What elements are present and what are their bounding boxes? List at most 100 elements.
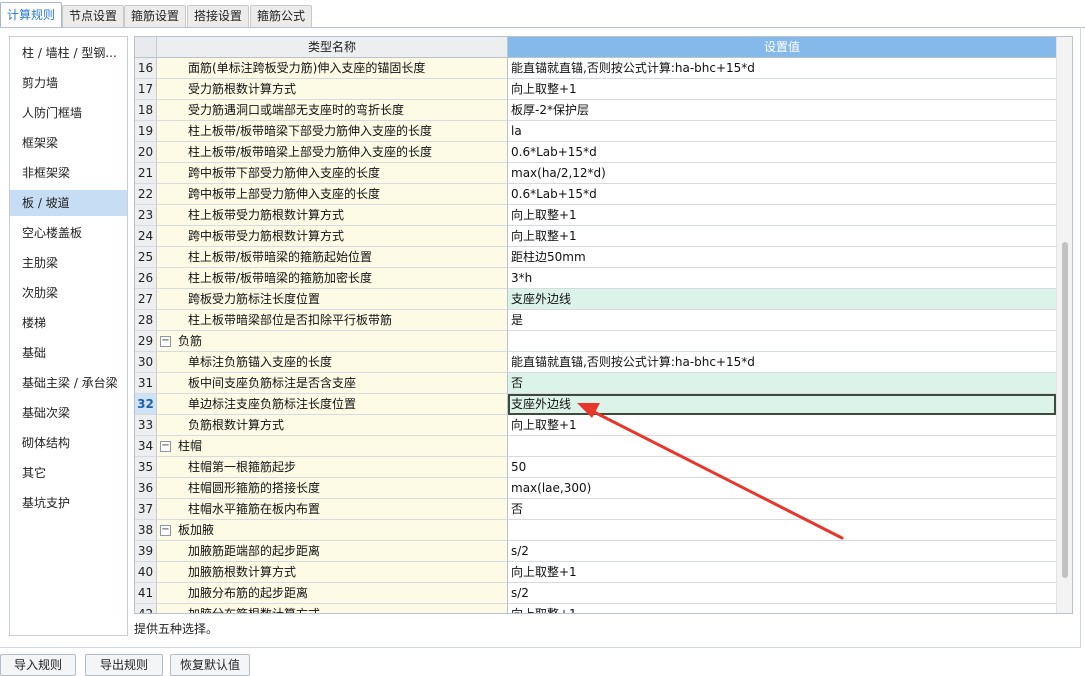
nav-item-3[interactable]: 框架梁	[10, 130, 127, 156]
nav-item-7[interactable]: 主肋梁	[10, 250, 127, 276]
row-number[interactable]: 25	[135, 247, 157, 268]
type-name-cell[interactable]: 柱上板带暗梁部位是否扣除平行板带筋	[157, 310, 508, 331]
row-number[interactable]: 27	[135, 289, 157, 310]
setting-value-cell[interactable]: s/2	[508, 541, 1056, 562]
tab-stirrup-settings[interactable]: 箍筋设置	[124, 5, 187, 27]
collapse-icon[interactable]: −	[160, 336, 171, 347]
table-row[interactable]: 34− 柱帽	[135, 436, 1056, 457]
type-name-cell[interactable]: − 负筋	[157, 331, 508, 352]
setting-value-cell[interactable]: 能直锚就直锚,否则按公式计算:ha-bhc+15*d	[508, 352, 1056, 373]
table-row[interactable]: 37 柱帽水平箍筋在板内布置 否	[135, 499, 1056, 520]
setting-value-cell[interactable]: 向上取整+1	[508, 604, 1056, 613]
type-name-cell[interactable]: 加腋分布筋根数计算方式	[157, 604, 508, 613]
setting-value-cell[interactable]: max(lae,300)	[508, 478, 1056, 499]
table-row[interactable]: 32 单边标注支座负筋标注长度位置 支座外边线	[135, 394, 1056, 415]
setting-value-cell[interactable]	[508, 520, 1056, 541]
setting-value-cell[interactable]: 50	[508, 457, 1056, 478]
table-row[interactable]: 41 加腋分布筋的起步距离 s/2	[135, 583, 1056, 604]
row-number[interactable]: 30	[135, 352, 157, 373]
row-number[interactable]: 23	[135, 205, 157, 226]
type-name-cell[interactable]: 受力筋根数计算方式	[157, 79, 508, 100]
type-name-cell[interactable]: 加腋筋距端部的起步距离	[157, 541, 508, 562]
type-name-cell[interactable]: 受力筋遇洞口或端部无支座时的弯折长度	[157, 100, 508, 121]
row-number[interactable]: 41	[135, 583, 157, 604]
row-number[interactable]: 32	[135, 394, 157, 415]
table-row[interactable]: 20 柱上板带/板带暗梁上部受力筋伸入支座的长度 0.6*Lab+15*d	[135, 142, 1056, 163]
tab-stirrup-formula[interactable]: 箍筋公式	[250, 5, 313, 27]
row-number[interactable]: 24	[135, 226, 157, 247]
row-number[interactable]: 36	[135, 478, 157, 499]
table-row[interactable]: 19 柱上板带/板带暗梁下部受力筋伸入支座的长度 la	[135, 121, 1056, 142]
table-row[interactable]: 31 板中间支座负筋标注是否含支座 否	[135, 373, 1056, 394]
row-number[interactable]: 38	[135, 520, 157, 541]
row-number[interactable]: 28	[135, 310, 157, 331]
setting-value-cell[interactable]: 向上取整+1	[508, 226, 1056, 247]
table-row[interactable]: 23 柱上板带受力筋根数计算方式 向上取整+1	[135, 205, 1056, 226]
table-row[interactable]: 18 受力筋遇洞口或端部无支座时的弯折长度 板厚-2*保护层	[135, 100, 1056, 121]
nav-item-8[interactable]: 次肋梁	[10, 280, 127, 306]
row-number[interactable]: 37	[135, 499, 157, 520]
export-rules-button[interactable]: 导出规则	[85, 654, 163, 676]
type-name-cell[interactable]: 柱上板带受力筋根数计算方式	[157, 205, 508, 226]
table-row[interactable]: 39 加腋筋距端部的起步距离 s/2	[135, 541, 1056, 562]
restore-defaults-button[interactable]: 恢复默认值	[170, 654, 250, 676]
setting-value-cell[interactable]: max(ha/2,12*d)	[508, 163, 1056, 184]
type-name-cell[interactable]: 单边标注支座负筋标注长度位置	[157, 394, 508, 415]
tab-lap-settings[interactable]: 搭接设置	[187, 5, 250, 27]
table-row[interactable]: 29− 负筋	[135, 331, 1056, 352]
row-number[interactable]: 17	[135, 79, 157, 100]
row-number[interactable]: 33	[135, 415, 157, 436]
tab-calc-rules[interactable]: 计算规则	[0, 2, 63, 28]
type-name-cell[interactable]: − 柱帽	[157, 436, 508, 457]
setting-value-cell[interactable]: 支座外边线	[508, 289, 1056, 310]
row-number[interactable]: 31	[135, 373, 157, 394]
type-name-cell[interactable]: 跨中板带受力筋根数计算方式	[157, 226, 508, 247]
nav-item-2[interactable]: 人防门框墙	[10, 100, 127, 126]
table-row[interactable]: 40 加腋筋根数计算方式 向上取整+1	[135, 562, 1056, 583]
setting-value-cell[interactable]: 向上取整+1	[508, 415, 1056, 436]
table-row[interactable]: 16 面筋(单标注跨板受力筋)伸入支座的锚固长度 能直锚就直锚,否则按公式计算:ha…	[135, 58, 1056, 79]
row-number[interactable]: 35	[135, 457, 157, 478]
import-rules-button[interactable]: 导入规则	[0, 654, 76, 676]
type-name-cell[interactable]: − 板加腋	[157, 520, 508, 541]
type-name-cell[interactable]: 柱上板带/板带暗梁下部受力筋伸入支座的长度	[157, 121, 508, 142]
type-name-cell[interactable]: 柱帽第一根箍筋起步	[157, 457, 508, 478]
row-number[interactable]: 18	[135, 100, 157, 121]
table-row[interactable]: 35 柱帽第一根箍筋起步 50	[135, 457, 1056, 478]
nav-item-0[interactable]: 柱 / 墙柱 / 型钢...	[10, 40, 127, 66]
nav-item-12[interactable]: 基础次梁	[10, 400, 127, 426]
nav-item-6[interactable]: 空心楼盖板	[10, 220, 127, 246]
row-number[interactable]: 34	[135, 436, 157, 457]
grid-vertical-scrollbar[interactable]	[1056, 37, 1072, 613]
setting-value-cell[interactable]: 距柱边50mm	[508, 247, 1056, 268]
type-name-cell[interactable]: 柱帽圆形箍筋的搭接长度	[157, 478, 508, 499]
row-number[interactable]: 22	[135, 184, 157, 205]
setting-value-cell[interactable]: 0.6*Lab+15*d	[508, 142, 1056, 163]
nav-item-15[interactable]: 基坑支护	[10, 490, 127, 516]
row-number[interactable]: 39	[135, 541, 157, 562]
setting-value-cell[interactable]: 是	[508, 310, 1056, 331]
setting-value-cell[interactable]: 向上取整+1	[508, 205, 1056, 226]
table-row[interactable]: 42 加腋分布筋根数计算方式 向上取整+1	[135, 604, 1056, 613]
table-row[interactable]: 33 负筋根数计算方式 向上取整+1	[135, 415, 1056, 436]
setting-value-cell[interactable]: 向上取整+1	[508, 79, 1056, 100]
setting-value-cell[interactable]: s/2	[508, 583, 1056, 604]
table-row[interactable]: 38− 板加腋	[135, 520, 1056, 541]
nav-item-11[interactable]: 基础主梁 / 承台梁	[10, 370, 127, 396]
nav-item-5[interactable]: 板 / 坡道	[10, 190, 127, 216]
row-number[interactable]: 26	[135, 268, 157, 289]
setting-value-cell[interactable]: 否	[508, 499, 1056, 520]
column-header-setting-value[interactable]: 设置值	[508, 37, 1056, 58]
row-number[interactable]: 19	[135, 121, 157, 142]
table-row[interactable]: 17 受力筋根数计算方式 向上取整+1	[135, 79, 1056, 100]
setting-value-cell[interactable]	[508, 436, 1056, 457]
setting-value-cell[interactable]: 否	[508, 373, 1056, 394]
nav-item-10[interactable]: 基础	[10, 340, 127, 366]
table-row[interactable]: 22 跨中板带上部受力筋伸入支座的长度 0.6*Lab+15*d	[135, 184, 1056, 205]
setting-value-cell[interactable]: la	[508, 121, 1056, 142]
type-name-cell[interactable]: 柱上板带/板带暗梁的箍筋起始位置	[157, 247, 508, 268]
tab-node-settings[interactable]: 节点设置	[62, 5, 125, 27]
setting-value-cell[interactable]: 能直锚就直锚,否则按公式计算:ha-bhc+15*d	[508, 58, 1056, 79]
row-number[interactable]: 42	[135, 604, 157, 613]
type-name-cell[interactable]: 柱上板带/板带暗梁上部受力筋伸入支座的长度	[157, 142, 508, 163]
